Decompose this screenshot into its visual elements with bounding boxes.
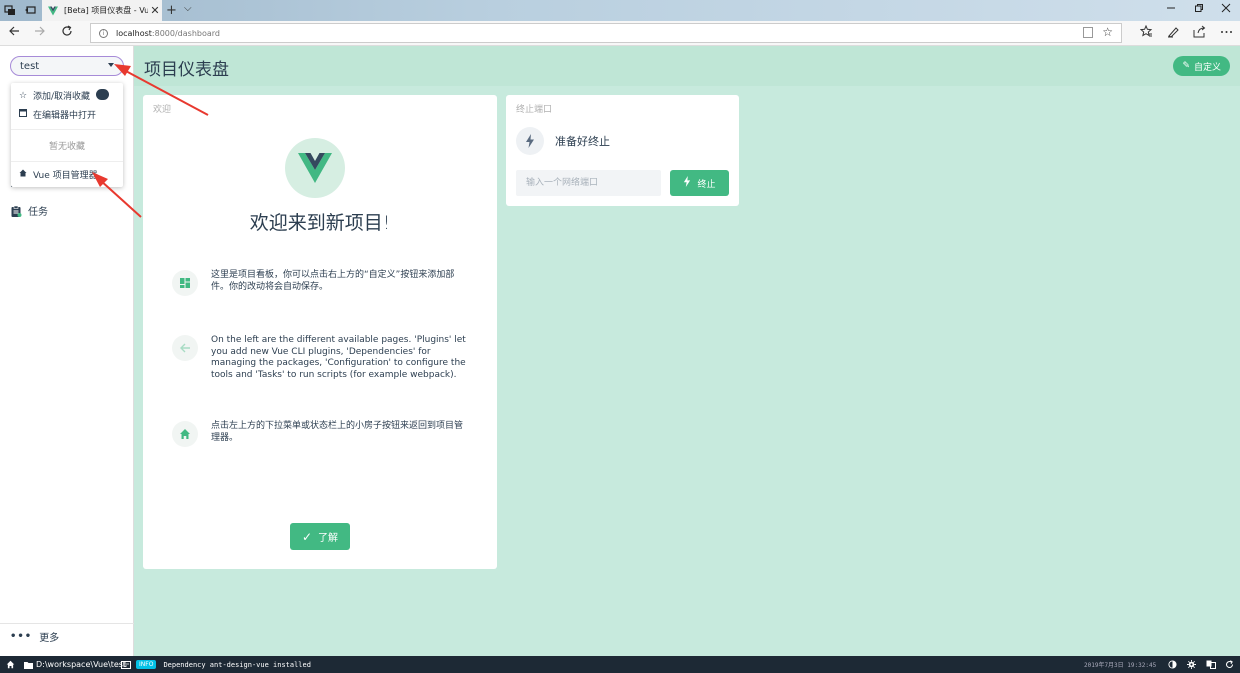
dropdown-divider bbox=[11, 129, 123, 130]
reading-view-icon[interactable] bbox=[1083, 27, 1093, 38]
got-it-label: 了解 bbox=[318, 533, 339, 544]
check-icon: ✓ bbox=[301, 529, 313, 544]
welcome-tip: 点击左上方的下拉菜单或状态栏上的小房子按钮来返回到项目管理器。 bbox=[172, 421, 472, 447]
welcome-tip: 这里是项目看板，你可以点击右上方的“自定义”按钮来添加部件。你的改动将会自动保存… bbox=[172, 270, 472, 296]
favorite-toggle[interactable] bbox=[96, 89, 109, 100]
dark-mode-icon[interactable] bbox=[1168, 656, 1177, 673]
url-path: :8000/dashboard bbox=[151, 28, 220, 38]
sidebar-item-tasks[interactable]: 任务 bbox=[10, 203, 48, 218]
tip-text: 这里是项目看板，你可以点击右上方的“自定义”按钮来添加部件。你的改动将会自动保存… bbox=[211, 270, 455, 292]
welcome-tip: On the left are the different available … bbox=[172, 335, 472, 381]
page-header: 项目仪表盘 ✎ 自定义 bbox=[134, 46, 1240, 86]
restore-icon[interactable] bbox=[1194, 3, 1204, 16]
project-dropdown-menu: ☆ 添加/取消收藏 在编辑器中打开 暂无收藏 Vue 项目管理器 bbox=[11, 83, 123, 187]
kill-status: 准备好终止 bbox=[516, 127, 610, 155]
lightning-icon bbox=[516, 127, 544, 155]
more-menu-icon[interactable] bbox=[1220, 25, 1233, 41]
more-dots-icon: ••• bbox=[10, 631, 33, 642]
tab-close-icon[interactable]: ✕ bbox=[148, 4, 162, 17]
caret-down-icon bbox=[108, 63, 114, 67]
dropdown-item-favorite[interactable]: ☆ 添加/取消收藏 bbox=[19, 89, 91, 103]
refresh-icon[interactable] bbox=[1225, 656, 1234, 673]
home-icon[interactable] bbox=[6, 656, 15, 673]
vue-logo bbox=[285, 138, 345, 198]
console-icon bbox=[121, 660, 131, 669]
lightning-icon bbox=[683, 176, 691, 190]
url-host: localhost bbox=[116, 28, 152, 38]
sidebar-more-label: 更多 bbox=[39, 633, 60, 644]
dropdown-item-label: 在编辑器中打开 bbox=[33, 111, 97, 121]
vue-logo-icon bbox=[298, 153, 332, 183]
page-title: 项目仪表盘 bbox=[144, 60, 229, 80]
translate-icon[interactable] bbox=[1206, 656, 1216, 673]
sidebar-divider bbox=[0, 623, 134, 624]
favorites-icon[interactable] bbox=[1139, 24, 1153, 41]
got-it-button[interactable]: ✓ 了解 bbox=[290, 523, 350, 550]
log-message: Dependency ant-design-vue installed bbox=[163, 660, 311, 669]
statusbar-log[interactable]: INFO Dependency ant-design-vue installed bbox=[121, 656, 311, 673]
back-icon[interactable] bbox=[8, 25, 20, 41]
star-outline-icon: ☆ bbox=[19, 90, 28, 101]
site-info-icon[interactable]: i bbox=[99, 28, 108, 38]
browser-tab[interactable]: [Beta] 项目仪表盘 - Vue ✕ bbox=[42, 0, 162, 21]
project-name: test bbox=[20, 60, 40, 72]
new-tab-icon[interactable]: + bbox=[166, 3, 177, 18]
dashboard-icon bbox=[172, 270, 198, 296]
sidebar-item-label: 任务 bbox=[28, 207, 48, 218]
kill-button-label: 终止 bbox=[697, 179, 716, 190]
kill-button[interactable]: 终止 bbox=[670, 170, 729, 196]
set-tabs-aside-icon[interactable] bbox=[24, 4, 36, 16]
tip-text: 点击左上方的下拉菜单或状态栏上的小房子按钮来返回到项目管理器。 bbox=[211, 421, 464, 443]
dropdown-item-project-manager[interactable]: Vue 项目管理器 bbox=[19, 168, 98, 181]
tab-title: [Beta] 项目仪表盘 - Vue bbox=[64, 6, 148, 15]
kill-status-text: 准备好终止 bbox=[555, 135, 610, 148]
home-icon bbox=[19, 169, 29, 180]
dropdown-divider bbox=[11, 161, 123, 162]
notes-icon[interactable] bbox=[1167, 25, 1180, 41]
log-level-badge: INFO bbox=[136, 660, 157, 669]
tip-text: On the left are the different available … bbox=[211, 335, 466, 380]
main-content: 项目仪表盘 ✎ 自定义 欢迎 欢迎来到新项目! 这里是项目看板，你可以点击右上方… bbox=[134, 46, 1240, 656]
tab-manager-icon[interactable] bbox=[4, 4, 16, 16]
folder-icon bbox=[24, 661, 33, 669]
arrow-left-icon bbox=[172, 335, 198, 361]
browser-titlebar: [Beta] 项目仪表盘 - Vue ✕ + ⌵ bbox=[0, 0, 1240, 21]
pencil-icon: ✎ bbox=[1182, 61, 1190, 71]
sidebar-more-button[interactable]: ••• 更多 bbox=[10, 629, 59, 644]
welcome-card-title: 欢迎 bbox=[153, 105, 172, 115]
dropdown-item-label: Vue 项目管理器 bbox=[33, 171, 98, 181]
browser-navbar: i localhost:8000/dashboard ☆ bbox=[0, 21, 1240, 46]
statusbar: D:\workspace\Vue\test INFO Dependency an… bbox=[0, 656, 1240, 673]
kill-port-card-title: 终止端口 bbox=[516, 105, 553, 115]
statusbar-path: D:\workspace\Vue\test bbox=[36, 660, 127, 669]
welcome-widget: 欢迎 欢迎来到新项目! 这里是项目看板，你可以点击右上方的“自定义”按钮来添加部… bbox=[143, 95, 497, 569]
home-icon bbox=[172, 421, 198, 447]
customize-label: 自定义 bbox=[1193, 62, 1221, 73]
welcome-heading: 欢迎来到新项目! bbox=[249, 212, 391, 234]
window-close-icon[interactable] bbox=[1221, 3, 1231, 16]
clipboard-icon bbox=[11, 205, 22, 217]
project-select[interactable]: test bbox=[10, 56, 124, 76]
forward-icon[interactable] bbox=[34, 25, 46, 41]
refresh-icon[interactable] bbox=[61, 25, 73, 41]
open-in-new-icon bbox=[19, 109, 29, 120]
dropdown-item-open-editor[interactable]: 在编辑器中打开 bbox=[19, 108, 96, 121]
address-bar[interactable]: i localhost:8000/dashboard ☆ bbox=[90, 23, 1122, 43]
statusbar-folder[interactable]: D:\workspace\Vue\test bbox=[24, 656, 126, 673]
settings-icon[interactable] bbox=[1187, 656, 1196, 673]
vue-favicon-icon bbox=[48, 6, 58, 15]
favorite-star-icon[interactable]: ☆ bbox=[1102, 25, 1113, 39]
minimize-icon[interactable] bbox=[1166, 3, 1176, 16]
kill-port-widget: 终止端口 准备好终止 终止 bbox=[506, 95, 739, 206]
customize-button[interactable]: ✎ 自定义 bbox=[1173, 56, 1230, 76]
statusbar-timestamp: 2019年7月3日 19:32:45 bbox=[1084, 662, 1157, 669]
port-input[interactable] bbox=[516, 170, 661, 196]
favorites-empty-label: 暂无收藏 bbox=[48, 142, 85, 152]
dropdown-item-label: 添加/取消收藏 bbox=[33, 92, 91, 102]
tab-dropdown-icon[interactable]: ⌵ bbox=[184, 3, 192, 14]
share-icon[interactable] bbox=[1193, 25, 1206, 41]
